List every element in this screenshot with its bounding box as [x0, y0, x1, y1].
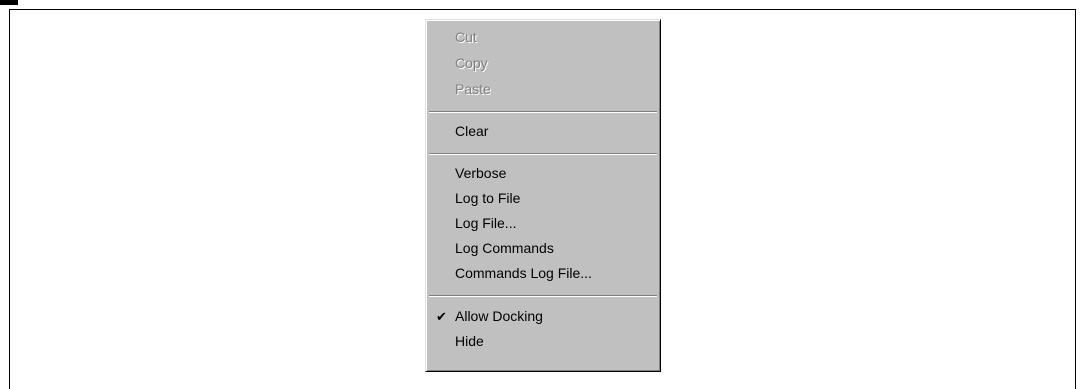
menu-item-label: Log File...	[455, 215, 517, 231]
menu-item-label: Commands Log File...	[455, 265, 592, 281]
menu-separator	[429, 111, 657, 113]
menu-item-label: Log to File	[455, 190, 521, 206]
menu-item-log-to-file[interactable]: Log to File	[431, 186, 655, 211]
menu-item-paste: Paste	[431, 77, 655, 102]
menu-item-label: Paste	[455, 81, 491, 97]
menu-item-log-file[interactable]: Log File...	[431, 211, 655, 236]
menu-item-label: Copy	[455, 55, 488, 71]
menu-item-verbose[interactable]: Verbose	[431, 161, 655, 186]
menu-item-clear[interactable]: Clear	[431, 119, 655, 144]
menu-item-label: Allow Docking	[455, 308, 543, 324]
menu-item-label: Verbose	[455, 165, 507, 181]
menu-item-label: Cut	[455, 29, 477, 45]
menu-item-label: Hide	[455, 333, 484, 349]
menu-item-commands-log-file[interactable]: Commands Log File...	[431, 261, 655, 286]
menu-separator	[429, 153, 657, 155]
context-menu: Cut Copy Paste Clear Verbose Log to File…	[425, 19, 661, 372]
page-corner-mark	[0, 0, 18, 5]
menu-item-copy: Copy	[431, 51, 655, 76]
menu-separator	[429, 295, 657, 297]
check-icon: ✔	[436, 309, 447, 324]
menu-item-allow-docking[interactable]: ✔ Allow Docking	[431, 304, 655, 329]
menu-item-label: Log Commands	[455, 240, 554, 256]
menu-item-hide[interactable]: Hide	[431, 329, 655, 354]
menu-item-log-commands[interactable]: Log Commands	[431, 236, 655, 261]
menu-item-cut: Cut	[431, 25, 655, 50]
menu-item-label: Clear	[455, 123, 489, 139]
